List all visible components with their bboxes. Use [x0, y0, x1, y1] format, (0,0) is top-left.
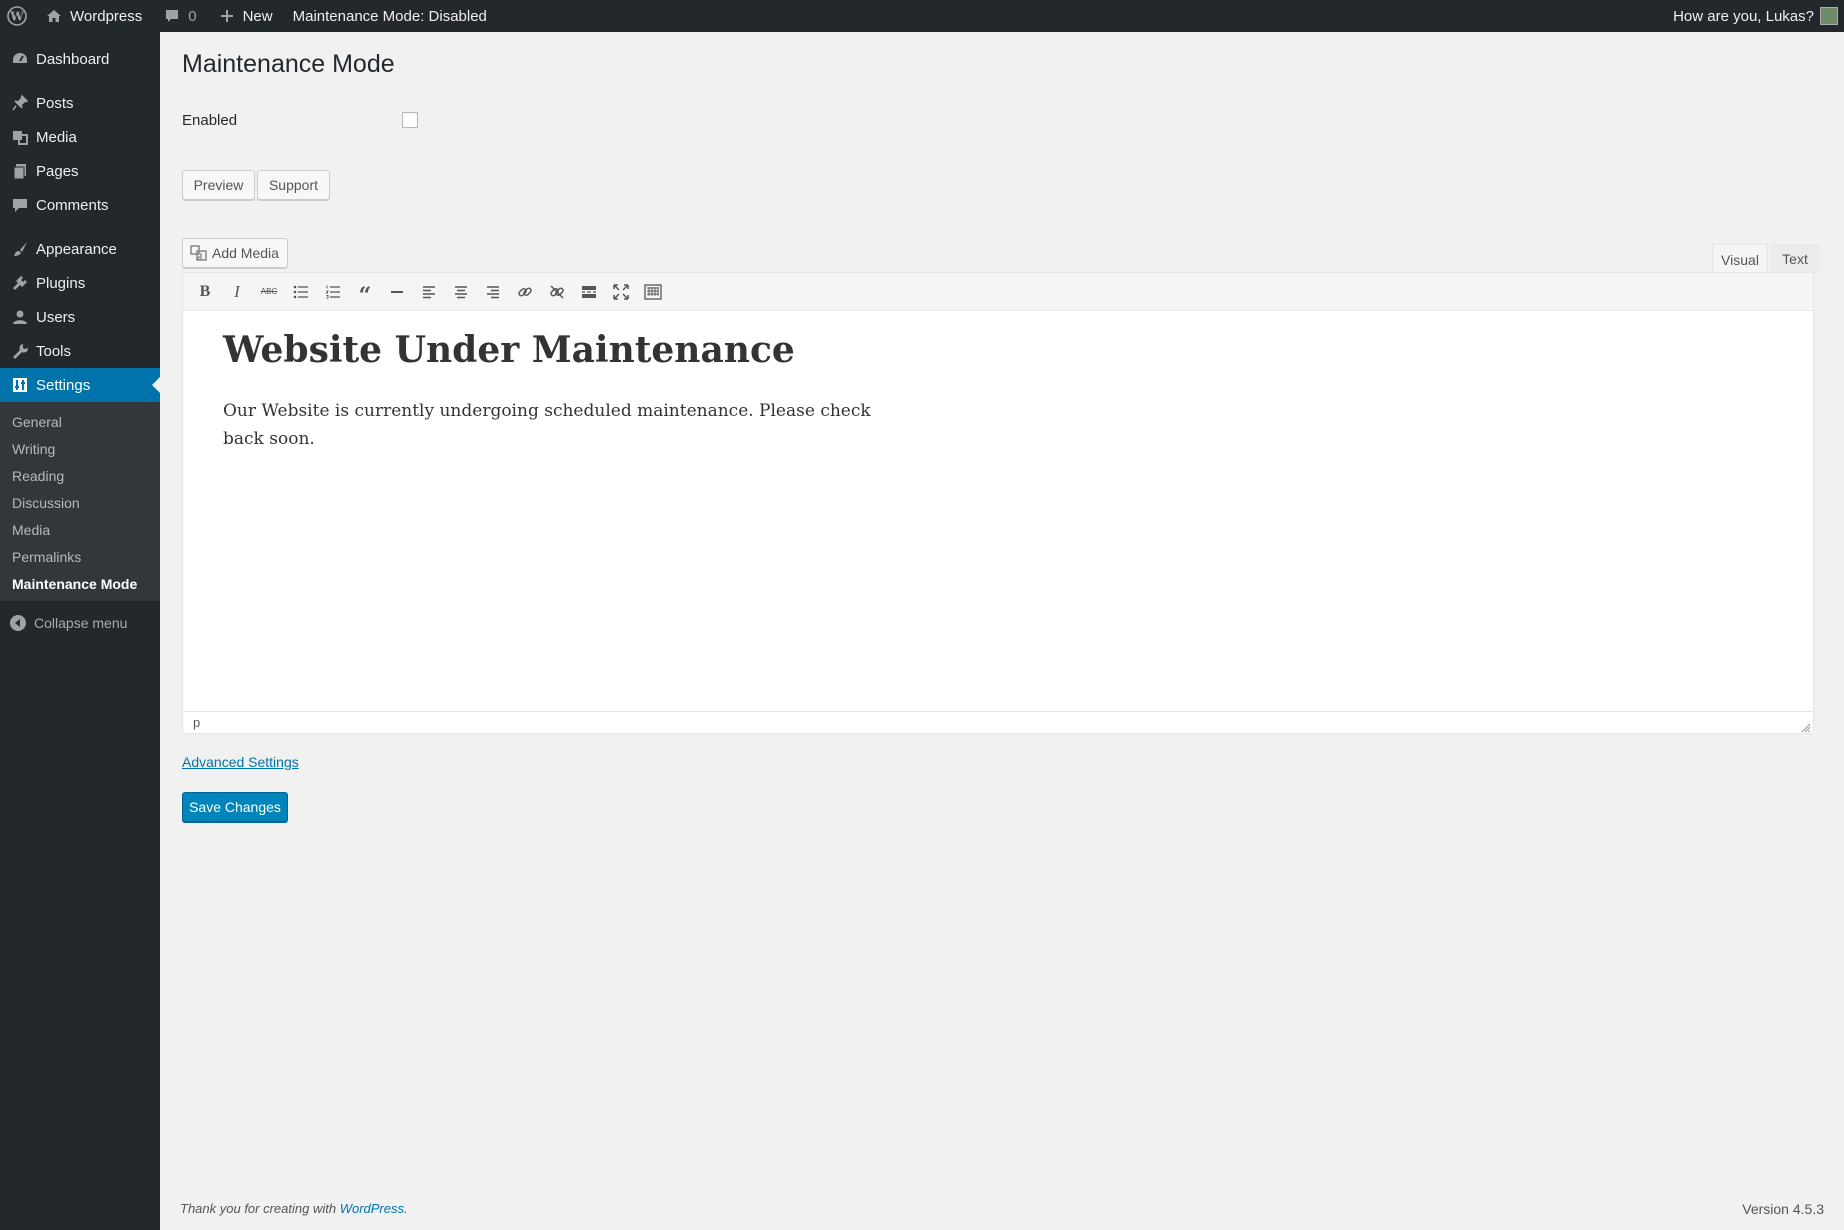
admin-sidebar: Dashboard Posts Media Pages Comments App…: [0, 32, 160, 1230]
blockquote-icon[interactable]: “: [349, 277, 381, 307]
bold-icon[interactable]: B: [189, 277, 221, 307]
element-path[interactable]: p: [193, 715, 200, 730]
sidebar-item-label: Posts: [36, 94, 74, 112]
plus-icon: [217, 6, 237, 26]
sidebar-item-label: Users: [36, 308, 76, 326]
admin-bar: W Wordpress 0 New Maintenance Mode: Disa…: [0, 0, 1844, 32]
pushpin-icon: [10, 93, 30, 113]
user-icon: [10, 307, 30, 327]
submenu-item-media[interactable]: Media: [0, 516, 160, 543]
new-label: New: [242, 7, 273, 25]
align-right-icon[interactable]: [477, 277, 509, 307]
toolbar-toggle-icon[interactable]: [637, 277, 669, 307]
media-icon: [10, 127, 30, 147]
submenu-item-maintenance-mode[interactable]: Maintenance Mode: [0, 570, 160, 597]
resize-handle-icon[interactable]: [1801, 721, 1811, 733]
sidebar-item-comments[interactable]: Comments: [0, 188, 160, 222]
sidebar-item-label: Appearance: [36, 240, 117, 258]
comments-count: 0: [188, 7, 197, 25]
add-media-label: Add Media: [212, 245, 279, 261]
align-center-icon[interactable]: [445, 277, 477, 307]
add-media-button[interactable]: Add Media: [182, 238, 288, 268]
tab-text[interactable]: Text: [1770, 244, 1820, 274]
wrench-icon: [10, 341, 30, 361]
enabled-label: Enabled: [182, 112, 238, 129]
sidebar-item-media[interactable]: Media: [0, 120, 160, 154]
dashboard-icon: [10, 49, 30, 69]
save-changes-button[interactable]: Save Changes: [182, 792, 288, 822]
submenu-item-reading[interactable]: Reading: [0, 462, 160, 489]
pages-icon: [10, 161, 30, 181]
comment-icon: [10, 195, 30, 215]
sidebar-item-plugins[interactable]: Plugins: [0, 266, 160, 300]
sidebar-item-dashboard[interactable]: Dashboard: [0, 42, 160, 76]
editor-heading: Website Under Maintenance: [223, 329, 795, 371]
editor-toolbar: B I ABC “: [183, 273, 1813, 311]
bullet-list-icon[interactable]: [285, 277, 317, 307]
tab-visual[interactable]: Visual: [1712, 244, 1768, 274]
read-more-icon[interactable]: [573, 277, 605, 307]
avatar: [1820, 7, 1838, 25]
comments-link[interactable]: 0: [152, 0, 206, 32]
preview-button[interactable]: Preview: [182, 170, 255, 200]
sidebar-item-pages[interactable]: Pages: [0, 154, 160, 188]
svg-text:W: W: [9, 10, 24, 24]
sidebar-item-posts[interactable]: Posts: [0, 86, 160, 120]
site-name-link[interactable]: Wordpress: [34, 0, 152, 32]
comment-icon: [162, 6, 182, 26]
align-left-icon[interactable]: [413, 277, 445, 307]
editor-content[interactable]: Website Under Maintenance Our Website is…: [183, 311, 1813, 471]
editor-statusbar: p: [183, 711, 1813, 733]
sidebar-item-appearance[interactable]: Appearance: [0, 232, 160, 266]
media-icon: [190, 245, 208, 261]
sidebar-item-label: Dashboard: [36, 50, 110, 68]
collapse-menu-label: Collapse menu: [34, 615, 128, 631]
home-icon: [44, 6, 64, 26]
sidebar-item-label: Pages: [36, 162, 79, 180]
collapse-arrow-icon: [10, 615, 26, 631]
sidebar-item-label: Media: [36, 128, 77, 146]
wordpress-link[interactable]: WordPress: [340, 1201, 404, 1216]
fullscreen-icon[interactable]: [605, 277, 637, 307]
support-button[interactable]: Support: [257, 170, 330, 200]
sidebar-item-tools[interactable]: Tools: [0, 334, 160, 368]
site-name: Wordpress: [70, 7, 143, 25]
greeting: How are you, Lukas?: [1673, 7, 1814, 25]
submenu-item-writing[interactable]: Writing: [0, 435, 160, 462]
main-content: Maintenance Mode Enabled Preview Support…: [182, 32, 1822, 1230]
rich-text-editor: B I ABC “ Website Under Maintenance Our …: [182, 272, 1814, 734]
enabled-checkbox[interactable]: [402, 112, 418, 128]
plugin-icon: [10, 273, 30, 293]
settings-icon: [10, 375, 30, 395]
strikethrough-icon[interactable]: ABC: [253, 277, 285, 307]
footer-thanks: Thank you for creating with WordPress.: [180, 1201, 408, 1216]
page-title: Maintenance Mode: [182, 50, 395, 78]
italic-icon[interactable]: I: [221, 277, 253, 307]
submenu-item-discussion[interactable]: Discussion: [0, 489, 160, 516]
numbered-list-icon[interactable]: [317, 277, 349, 307]
editor-paragraph: Our Website is currently undergoing sche…: [223, 401, 871, 449]
link-icon[interactable]: [509, 277, 541, 307]
sidebar-item-label: Settings: [36, 376, 91, 394]
sidebar-item-label: Comments: [36, 196, 109, 214]
new-content-link[interactable]: New: [207, 0, 283, 32]
unlink-icon[interactable]: [541, 277, 573, 307]
collapse-menu-button[interactable]: Collapse menu: [0, 605, 160, 641]
horizontal-line-icon[interactable]: [381, 277, 413, 307]
settings-submenu: General Writing Reading Discussion Media…: [0, 402, 160, 601]
footer-version: Version 4.5.3: [1742, 1201, 1824, 1217]
sidebar-item-settings[interactable]: Settings: [0, 368, 160, 402]
account-menu[interactable]: How are you, Lukas?: [1663, 0, 1844, 32]
submenu-item-general[interactable]: General: [0, 408, 160, 435]
advanced-settings-link[interactable]: Advanced Settings: [182, 754, 299, 770]
maintenance-status: Maintenance Mode: Disabled: [292, 7, 487, 25]
footer-thanks-text: Thank you for creating with: [180, 1201, 337, 1216]
sidebar-item-users[interactable]: Users: [0, 300, 160, 334]
brush-icon: [10, 239, 30, 259]
maintenance-status-link[interactable]: Maintenance Mode: Disabled: [283, 0, 497, 32]
submenu-item-permalinks[interactable]: Permalinks: [0, 543, 160, 570]
wordpress-logo-icon[interactable]: W: [0, 0, 34, 32]
sidebar-item-label: Tools: [36, 342, 72, 360]
sidebar-item-label: Plugins: [36, 274, 86, 292]
